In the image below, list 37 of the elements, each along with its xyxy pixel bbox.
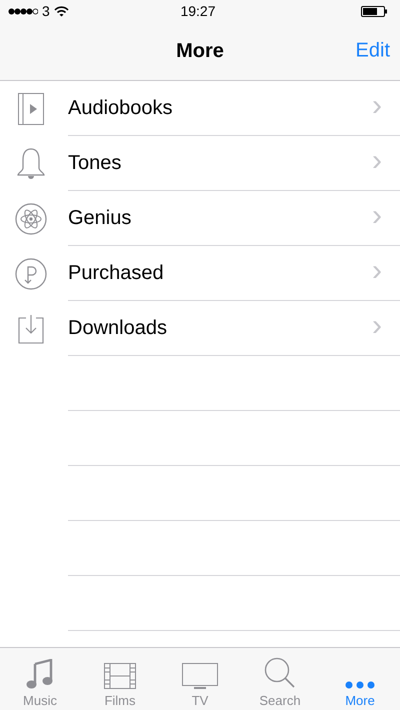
chevron-icon: › [372, 201, 382, 231]
tv-icon [182, 663, 218, 689]
item-label: Genius [68, 206, 132, 230]
tab-item[interactable]: Films [80, 648, 160, 710]
book-icon [18, 92, 44, 124]
tab-item[interactable]: Music [0, 648, 80, 710]
screen-title: More [176, 40, 224, 62]
item-label: Tones [68, 152, 122, 174]
tab-item[interactable]: More [320, 648, 400, 710]
list-item[interactable]: Downloads › [0, 301, 400, 356]
status-time: 19:27 [180, 3, 216, 19]
list-item[interactable]: Audiobooks › [0, 81, 400, 136]
film-icon [104, 663, 136, 689]
tab-item[interactable]: Search [240, 648, 320, 710]
item-label: Purchased [68, 262, 164, 284]
list-item[interactable]: Tones › [0, 136, 400, 191]
list-item[interactable]: Purchased › [0, 246, 400, 301]
battery-icon [360, 6, 388, 16]
chevron-icon: › [372, 311, 382, 341]
tab-item[interactable]: TV [160, 648, 240, 710]
edit-button[interactable]: Edit [356, 40, 390, 62]
search-icon [264, 657, 296, 689]
chevron-icon: › [372, 146, 382, 176]
list-item[interactable]: Genius › [0, 191, 400, 246]
purchase-icon [15, 258, 47, 290]
music-note-icon [26, 659, 54, 689]
carrier-name: 3 [42, 3, 50, 19]
signal-icon [8, 8, 38, 14]
item-label: Downloads [68, 316, 167, 340]
atom-icon [15, 202, 47, 234]
chevron-icon: › [372, 256, 382, 286]
chevron-icon: › [372, 91, 382, 121]
download-icon [18, 314, 44, 344]
wifi-icon [54, 6, 69, 16]
more-icon [345, 681, 375, 689]
item-label: Audiobooks [68, 96, 173, 120]
bell-icon [16, 146, 46, 180]
